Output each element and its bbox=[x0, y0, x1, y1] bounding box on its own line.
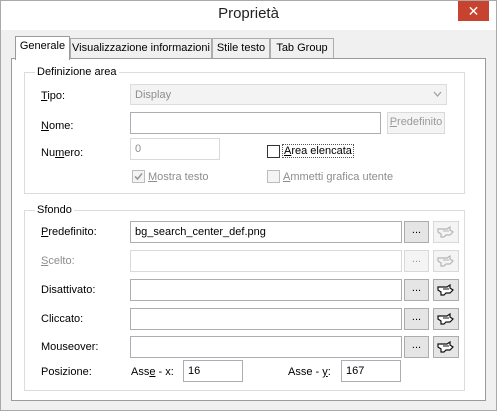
pointer-hand-icon bbox=[437, 225, 454, 238]
ammetti-grafica-label: Ammetti grafica utente bbox=[283, 171, 394, 183]
disattivato-input[interactable] bbox=[130, 279, 402, 301]
tab-generale[interactable]: Generale bbox=[15, 36, 70, 60]
checkmark-icon bbox=[134, 172, 143, 181]
scelto-label: Scelto: bbox=[41, 255, 75, 267]
nome-input[interactable] bbox=[130, 112, 381, 134]
predefinito-browse-button[interactable]: ... bbox=[404, 221, 429, 243]
tab-stile-testo[interactable]: Stile testo bbox=[212, 38, 270, 58]
ammetti-grafica-checkbox[interactable] bbox=[267, 170, 280, 183]
nome-label: Nome: bbox=[41, 120, 74, 132]
pointer-hand-icon bbox=[437, 340, 454, 353]
posizione-label: Posizione: bbox=[41, 366, 92, 378]
mouseover-browse-button[interactable]: ... bbox=[404, 336, 429, 358]
window-title: Proprietà bbox=[218, 5, 279, 22]
disattivato-label: Disattivato: bbox=[41, 284, 96, 296]
scelto-input[interactable] bbox=[130, 250, 402, 272]
area-elencata-checkbox[interactable] bbox=[267, 145, 280, 158]
close-icon: ✕ bbox=[467, 3, 480, 19]
cliccato-label: Cliccato: bbox=[41, 313, 84, 325]
asse-y-input[interactable]: 167 bbox=[341, 360, 401, 382]
tab-visualizzazione-informazioni[interactable]: Visualizzazione informazioni bbox=[70, 38, 212, 58]
tipo-select-value: Display bbox=[135, 89, 172, 101]
predefinito-label: Predefinito: bbox=[41, 226, 97, 238]
mouseover-input[interactable] bbox=[130, 336, 402, 358]
pointer-hand-icon bbox=[437, 283, 454, 296]
pointer-hand-icon bbox=[437, 254, 454, 267]
area-elencata-label[interactable]: Area elencata bbox=[282, 144, 354, 158]
scelto-browse-button[interactable]: ... bbox=[404, 250, 429, 272]
group-sfondo-legend: Sfondo bbox=[35, 204, 74, 216]
mouseover-label: Mouseover: bbox=[41, 341, 99, 353]
tipo-label: Tipo: bbox=[41, 90, 66, 102]
cliccato-browse-button[interactable]: ... bbox=[404, 308, 429, 330]
mostra-testo-label: Mostra testo bbox=[148, 171, 209, 183]
tab-tab-group[interactable]: Tab Group bbox=[270, 38, 334, 58]
disattivato-pick-button[interactable] bbox=[433, 279, 459, 301]
group-definizione-area-legend: Definizione area bbox=[35, 66, 119, 78]
mouseover-pick-button[interactable] bbox=[433, 336, 459, 358]
mostra-testo-checkbox[interactable] bbox=[132, 170, 145, 183]
asse-y-label: Asse - y: bbox=[288, 366, 331, 378]
disattivato-browse-button[interactable]: ... bbox=[404, 279, 429, 301]
predefinito-pick-button[interactable] bbox=[433, 221, 459, 243]
scelto-pick-button[interactable] bbox=[433, 250, 459, 272]
cliccato-pick-button[interactable] bbox=[433, 308, 459, 330]
pointer-hand-icon bbox=[437, 312, 454, 325]
asse-x-label: Asse - x: bbox=[131, 366, 174, 378]
predefinito-input[interactable]: bg_search_center_def.png bbox=[130, 221, 402, 243]
asse-x-input[interactable]: 16 bbox=[183, 360, 243, 382]
cliccato-input[interactable] bbox=[130, 308, 402, 330]
chevron-down-icon bbox=[433, 91, 442, 97]
numero-label: Numero: bbox=[41, 147, 84, 159]
numero-input[interactable]: 0 bbox=[130, 138, 220, 160]
predefinito-button[interactable]: Predefinito bbox=[387, 112, 445, 134]
tipo-select[interactable]: Display bbox=[130, 84, 447, 105]
close-button[interactable]: ✕ bbox=[458, 1, 489, 21]
